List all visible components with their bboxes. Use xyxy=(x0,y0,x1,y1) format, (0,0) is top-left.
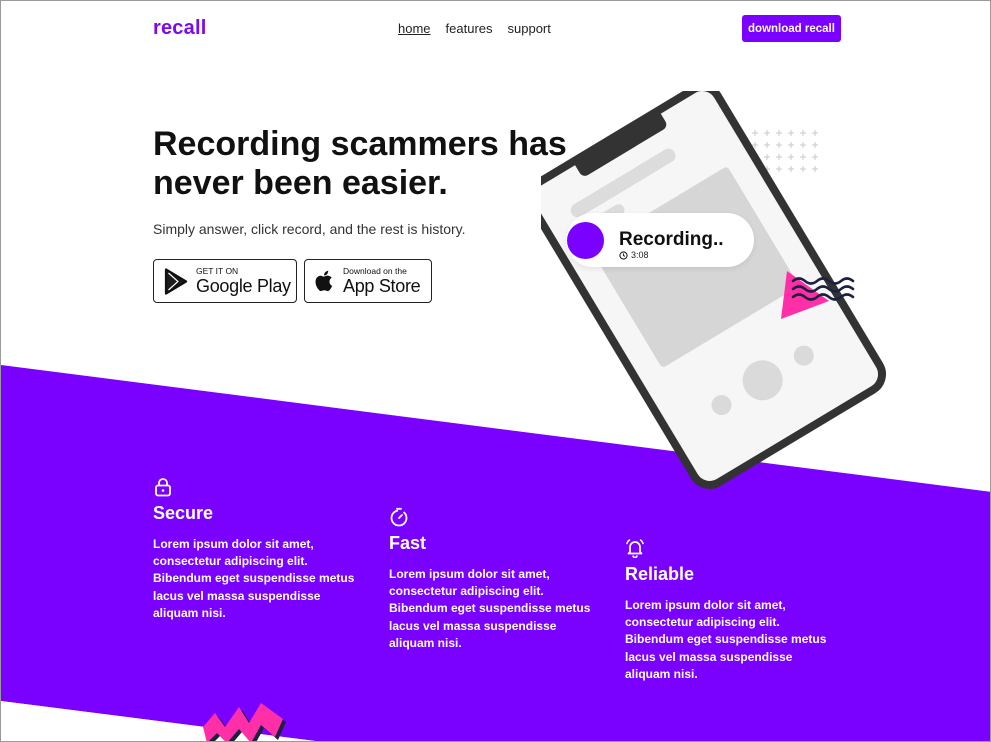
clock-icon xyxy=(619,250,628,260)
feature-fast: Fast Lorem ipsum dolor sit amet, consect… xyxy=(389,507,604,652)
recording-time: 3:08 xyxy=(619,250,649,260)
feature-text: Lorem ipsum dolor sit amet, consectetur … xyxy=(153,537,355,620)
triangle-wave-decoration xyxy=(781,271,855,319)
stopwatch-icon xyxy=(390,507,408,527)
feature-secure: Secure Lorem ipsum dolor sit amet, conse… xyxy=(153,477,368,622)
feature-text: Lorem ipsum dolor sit amet, consectetur … xyxy=(625,598,827,681)
google-play-button[interactable]: GET IT ON Google Play xyxy=(153,259,297,303)
recording-time-value: 3:08 xyxy=(631,250,649,260)
nav-home[interactable]: home xyxy=(398,21,431,36)
record-dot[interactable] xyxy=(567,222,604,259)
app-store-small-text: Download on the xyxy=(343,265,407,276)
recording-pill: Recording.. 3:08 xyxy=(566,213,754,267)
feature-text: Lorem ipsum dolor sit amet, consectetur … xyxy=(389,567,591,650)
google-play-big-text: Google Play xyxy=(196,276,291,297)
google-play-icon xyxy=(164,267,188,295)
nav-support[interactable]: support xyxy=(508,21,551,36)
google-play-small-text: GET IT ON xyxy=(196,265,239,276)
bell-icon xyxy=(626,539,644,558)
download-recall-button[interactable]: download recall xyxy=(742,15,841,42)
nav-features[interactable]: features xyxy=(446,21,493,36)
recording-label: Recording.. xyxy=(619,229,724,250)
main-nav: home features support xyxy=(398,21,551,36)
feature-reliable: Reliable Lorem ipsum dolor sit amet, con… xyxy=(625,538,840,683)
feature-title: Fast xyxy=(389,533,427,553)
page: recall home features support download re… xyxy=(0,0,991,742)
app-store-big-text: App Store xyxy=(343,276,421,297)
lock-icon xyxy=(155,478,171,497)
zigzag-decoration xyxy=(203,703,286,741)
hero-title: Recording scammers has never been easier… xyxy=(153,125,567,202)
feature-title: Secure xyxy=(153,503,214,523)
app-store-button[interactable]: Download on the App Store xyxy=(304,259,432,303)
logo[interactable]: recall xyxy=(153,17,206,40)
hero-subtitle: Simply answer, click record, and the res… xyxy=(153,221,466,237)
feature-title: Reliable xyxy=(625,564,695,584)
apple-icon xyxy=(315,270,333,292)
